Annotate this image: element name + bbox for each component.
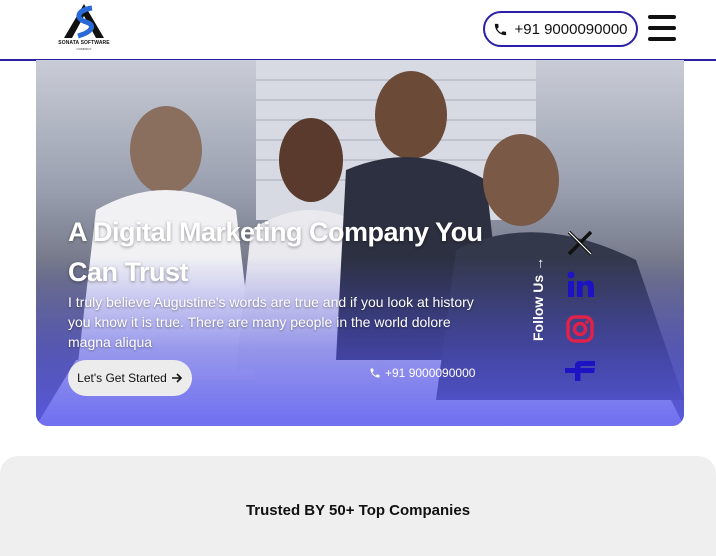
phone-icon	[370, 368, 380, 378]
get-started-label: Let's Get Started	[77, 371, 167, 385]
logo-text: SONATA SOFTWARE	[58, 40, 110, 46]
linkedin-icon[interactable]	[565, 270, 595, 300]
header-phone-number: +91 9000090000	[514, 20, 628, 38]
logo-subtext: COMPANY	[76, 47, 92, 51]
header-phone-button[interactable]: +91 9000090000	[483, 11, 638, 47]
logo[interactable]: SONATA SOFTWARE COMPANY	[56, 2, 112, 54]
phone-icon	[495, 23, 507, 35]
arrow-right-icon	[171, 373, 182, 383]
trusted-section: Trusted BY 50+ Top Companies	[0, 456, 716, 556]
x-icon[interactable]	[565, 228, 595, 258]
hero-phone-number: +91 9000090000	[385, 366, 476, 380]
menu-bar	[648, 26, 676, 30]
menu-bar	[648, 37, 676, 41]
hero-banner: A Digital Marketing Company You Can Trus…	[36, 60, 684, 426]
get-started-button[interactable]: Let's Get Started	[68, 360, 192, 396]
hero-phone-link[interactable]: +91 9000090000	[369, 366, 475, 380]
facebook-icon[interactable]	[565, 356, 595, 386]
menu-bar	[648, 15, 676, 19]
trusted-title: Trusted BY 50+ Top Companies	[245, 502, 471, 519]
follow-us: Follow Us →	[523, 256, 553, 346]
menu-button[interactable]	[648, 15, 676, 41]
instagram-icon[interactable]	[565, 314, 595, 344]
hero-title: A Digital Marketing Company You Can Trus…	[68, 217, 483, 287]
site-header: SONATA SOFTWARE COMPANY +91 9000090000	[0, 0, 716, 61]
follow-us-label: Follow Us →	[530, 256, 546, 341]
hero-description: I truly believe Augustine's words are tr…	[68, 294, 474, 350]
logo-mark-icon	[64, 4, 104, 39]
